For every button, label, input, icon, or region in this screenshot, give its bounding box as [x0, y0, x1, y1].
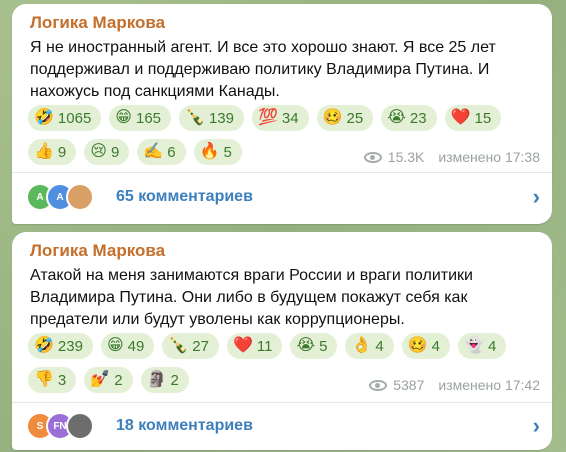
reaction-emoji-icon: 💅: [90, 371, 111, 388]
reaction-chip[interactable]: 👻 4: [458, 333, 507, 359]
reaction-count: 9: [110, 143, 120, 161]
reaction-emoji-icon: ❤️: [450, 109, 471, 126]
reaction-emoji-icon: 🗿: [146, 371, 167, 388]
reaction-count: 4: [487, 337, 497, 355]
reaction-count: 6: [167, 143, 176, 161]
reaction-emoji-icon: 🥴: [407, 337, 428, 354]
post-author[interactable]: Логика Маркова: [30, 241, 165, 261]
reactions-row: 🤣 239 😁 49 🍾 27 ❤️ 11 😭 5 👌 4 🥴 4 👻 4: [28, 333, 548, 361]
reaction-count: 25: [346, 109, 364, 127]
edited-time: изменено 17:38: [438, 149, 540, 165]
reaction-count: 2: [170, 371, 179, 389]
reaction-chip[interactable]: 😭 5: [290, 333, 338, 359]
reaction-count: 5: [319, 337, 328, 355]
reaction-count: 165: [135, 109, 162, 127]
comments-label[interactable]: 65 комментариев: [116, 188, 253, 206]
reaction-count: 15: [474, 109, 492, 127]
chevron-right-icon[interactable]: ›: [533, 184, 540, 210]
post-meta: 5387 изменено 17:42: [369, 377, 540, 393]
reaction-emoji-icon: 🤣: [34, 109, 54, 126]
comments-label[interactable]: 18 комментариев: [116, 417, 253, 435]
views-count: 5387: [393, 377, 425, 393]
reaction-count: 1065: [57, 109, 92, 127]
reaction-chip[interactable]: 🍾 139: [179, 105, 244, 131]
reaction-emoji-icon: 😁: [115, 109, 132, 126]
edited-time: изменено 17:42: [438, 377, 540, 393]
reaction-emoji-icon: 🍾: [185, 109, 205, 126]
reaction-count: 2: [114, 371, 123, 389]
reaction-count: 4: [375, 337, 384, 355]
reaction-emoji-icon: 💯: [257, 109, 278, 126]
reaction-chip[interactable]: 😁 49: [100, 333, 155, 359]
reaction-emoji-icon: ✍️: [143, 143, 164, 160]
reaction-chip[interactable]: ✍️ 6: [137, 139, 186, 165]
reaction-chip[interactable]: 👌 4: [345, 333, 394, 359]
reaction-count: 11: [256, 337, 273, 355]
reaction-chip[interactable]: 👍 9: [28, 139, 77, 165]
reaction-chip[interactable]: 👎 3: [28, 367, 77, 393]
reaction-emoji-icon: 👌: [351, 337, 372, 354]
reaction-count: 5: [223, 143, 232, 161]
reaction-count: 27: [192, 337, 209, 355]
reaction-chip[interactable]: 🗿 2: [140, 367, 189, 393]
reaction-count: 4: [431, 337, 441, 355]
reaction-emoji-icon: 😁: [106, 337, 124, 354]
reaction-emoji-icon: 👍: [34, 143, 54, 160]
divider: [12, 402, 552, 403]
post-text: Я не иностранный агент. И все это хорошо…: [30, 39, 496, 100]
post-author[interactable]: Логика Маркова: [30, 13, 165, 33]
reaction-chip[interactable]: 🤣 1065: [28, 105, 102, 131]
reaction-chip[interactable]: 🥴 4: [401, 333, 451, 359]
reaction-emoji-icon: 👎: [34, 371, 54, 388]
reaction-chip[interactable]: 🥴 25: [316, 105, 374, 131]
reaction-chip[interactable]: 🍾 27: [162, 333, 219, 359]
reaction-emoji-icon: 😭: [387, 109, 406, 126]
reaction-chip[interactable]: ❤️ 11: [226, 333, 283, 359]
comments-button[interactable]: S FN 18 комментариев ›: [26, 408, 540, 444]
chevron-right-icon[interactable]: ›: [533, 413, 540, 439]
eye-icon: [363, 151, 382, 163]
reaction-count: 23: [409, 109, 427, 127]
reaction-count: 139: [208, 109, 234, 127]
reaction-emoji-icon: 😭: [296, 337, 316, 354]
reaction-count: 49: [127, 337, 145, 355]
reaction-emoji-icon: 🍾: [168, 337, 189, 354]
avatar: [66, 183, 94, 211]
comments-button[interactable]: AA 65 комментариев ›: [26, 179, 540, 215]
reaction-emoji-icon: ❤️: [232, 337, 253, 354]
reaction-emoji-icon: 🥴: [322, 109, 343, 126]
reaction-count: 239: [57, 337, 83, 355]
commenter-avatars: AA: [26, 183, 114, 211]
reaction-emoji-icon: 🔥: [199, 143, 220, 160]
reaction-count: 34: [281, 109, 299, 127]
reaction-chip[interactable]: 💅 2: [84, 367, 133, 393]
reaction-chip[interactable]: 🤣 239: [28, 333, 93, 359]
channel-post[interactable]: Логика Маркова Атакой на меня занимаются…: [12, 232, 552, 450]
channel-post[interactable]: Логика Маркова Я не иностранный агент. И…: [12, 4, 552, 224]
post-text: Атакой на меня занимаются враги России и…: [30, 267, 473, 328]
avatar: [66, 412, 94, 440]
reaction-chip[interactable]: 💯 34: [251, 105, 309, 131]
reaction-count: 3: [57, 371, 67, 389]
reaction-chip[interactable]: 😢 9: [84, 139, 130, 165]
commenter-avatars: S FN: [26, 412, 114, 440]
views-count: 15.3K: [387, 149, 425, 165]
reaction-chip[interactable]: 🔥 5: [193, 139, 242, 165]
reaction-chip[interactable]: 😭 23: [381, 105, 437, 131]
reaction-chip[interactable]: ❤️ 15: [444, 105, 502, 131]
reaction-count: 9: [57, 143, 67, 161]
reaction-emoji-icon: 🤣: [34, 337, 54, 354]
reaction-emoji-icon: 👻: [464, 337, 484, 354]
reactions-row: 🤣 1065 😁 165 🍾 139 💯 34 🥴 25 😭 23 ❤️ 15: [28, 105, 548, 133]
post-meta: 15.3K изменено 17:38: [363, 149, 540, 165]
reaction-emoji-icon: 😢: [90, 143, 107, 160]
eye-icon: [369, 379, 388, 391]
reaction-chip[interactable]: 😁 165: [109, 105, 172, 131]
divider: [12, 172, 552, 173]
